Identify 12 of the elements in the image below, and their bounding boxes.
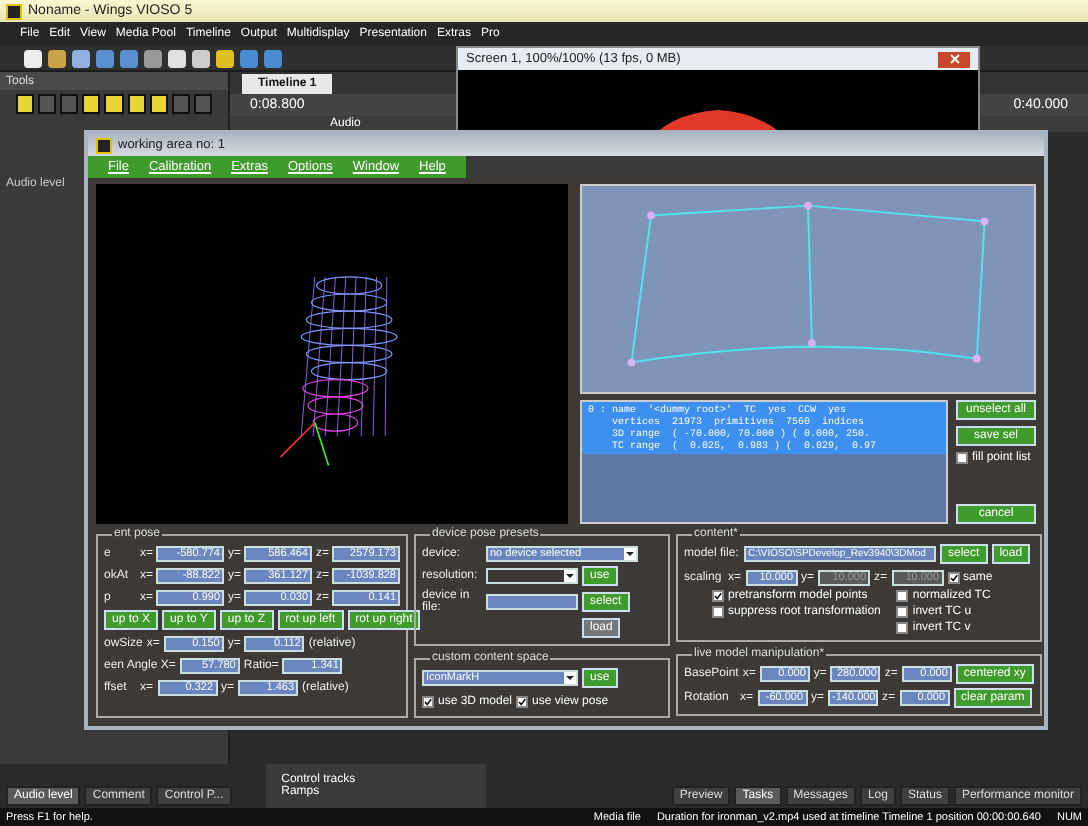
check-icon — [714, 592, 722, 600]
file-field[interactable] — [486, 594, 578, 610]
check-icon — [424, 697, 432, 705]
caret-icon — [564, 570, 576, 582]
caret-icon — [624, 547, 636, 559]
resolution-dropdown[interactable] — [486, 568, 578, 584]
close-icon — [949, 54, 959, 64]
check-icon — [949, 573, 958, 581]
caret-icon — [564, 672, 576, 684]
check-icon — [518, 697, 527, 705]
app-icon — [96, 137, 112, 153]
close-button[interactable] — [938, 51, 970, 67]
